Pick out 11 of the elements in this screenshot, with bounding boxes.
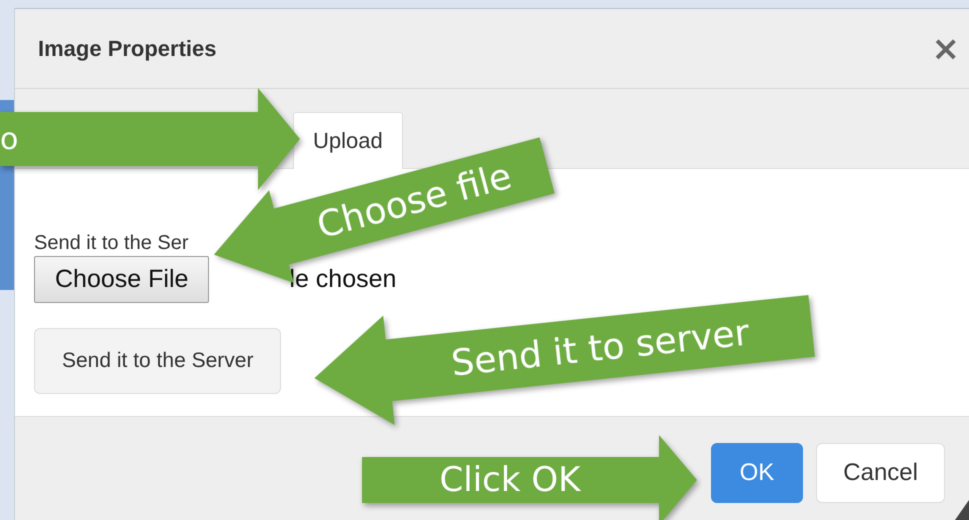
tab[interactable]: Upload [293, 112, 403, 169]
callout-arrow: o [0, 88, 300, 190]
resize-grip-icon[interactable] [955, 500, 969, 520]
dialog-title: Image Properties [38, 36, 217, 62]
choose-file-button[interactable]: Choose File [34, 256, 210, 303]
cancel-button[interactable]: Cancel [816, 443, 945, 503]
callout-arrow: Click OK [362, 435, 696, 520]
upload-label: Send it to the Ser [34, 231, 189, 256]
send-button[interactable]: Send it to the Server [34, 328, 282, 394]
ok-button[interactable]: OK [710, 443, 804, 503]
close-button[interactable]: × [932, 32, 960, 66]
